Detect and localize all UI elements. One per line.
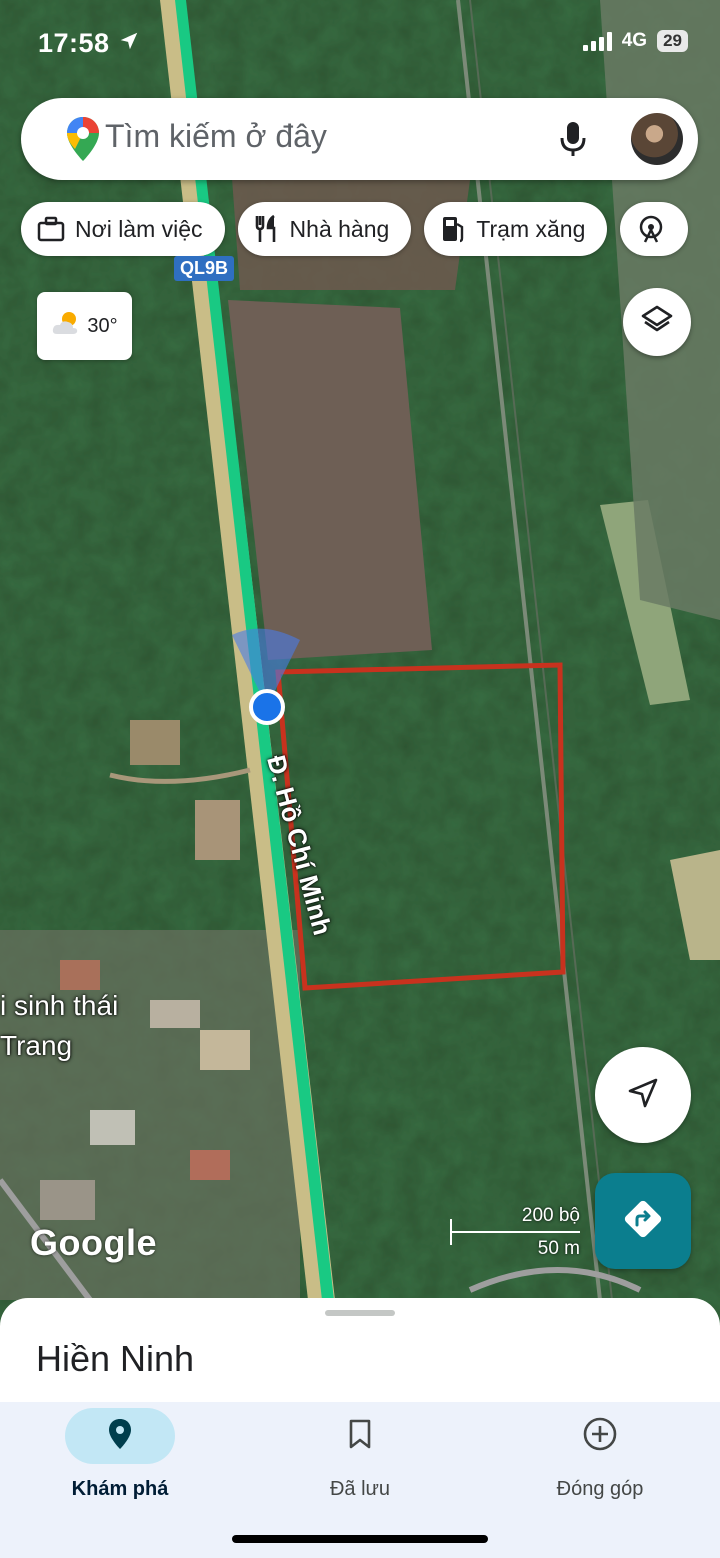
directions-icon bbox=[621, 1197, 665, 1246]
map-scale: 200 bộ 50 m bbox=[450, 1205, 580, 1265]
place-label-line1: i sinh thái bbox=[0, 990, 119, 1021]
location-dot bbox=[249, 689, 285, 725]
account-avatar[interactable] bbox=[631, 113, 683, 165]
bookmark-icon bbox=[347, 1418, 373, 1455]
chip-label: Nhà hàng bbox=[289, 215, 390, 242]
search-bar[interactable]: Tìm kiếm ở đây bbox=[21, 98, 698, 180]
chip-restaurants[interactable]: Nhà hàng bbox=[237, 202, 412, 256]
google-attribution: Google bbox=[30, 1222, 157, 1263]
chip-workplace[interactable]: Nơi làm việc bbox=[21, 202, 225, 256]
attraction-icon bbox=[636, 214, 666, 244]
chip-gas-stations[interactable]: Trạm xăng bbox=[424, 202, 608, 256]
google-maps-logo-icon bbox=[65, 115, 101, 168]
navigation-arrow-icon bbox=[626, 1076, 660, 1115]
search-input[interactable]: Tìm kiếm ở đây bbox=[105, 118, 327, 155]
scale-feet-label: 200 bộ bbox=[521, 1205, 580, 1226]
weather-widget[interactable]: 30° bbox=[37, 292, 132, 360]
sheet-drag-handle[interactable] bbox=[325, 1310, 395, 1316]
layers-button[interactable] bbox=[623, 288, 691, 356]
scale-meter-label: 50 m bbox=[537, 1238, 580, 1259]
status-time: 17:58 bbox=[38, 28, 110, 58]
location-arrow-icon bbox=[118, 30, 140, 57]
nav-contribute[interactable]: Đóng góp bbox=[480, 1408, 720, 1528]
weather-temp: 30° bbox=[87, 314, 118, 337]
directions-button[interactable] bbox=[595, 1173, 691, 1269]
road-shield: QL9B bbox=[174, 256, 235, 281]
place-label-line2: Trang bbox=[0, 1030, 73, 1061]
battery-icon: 29 bbox=[657, 30, 688, 52]
sheet-title: Hiền Ninh bbox=[36, 1338, 195, 1379]
nav-label: Khám phá bbox=[71, 1478, 169, 1500]
briefcase-icon bbox=[37, 216, 65, 242]
add-circle-icon bbox=[582, 1416, 618, 1457]
gas-station-icon bbox=[440, 214, 466, 244]
explore-pin-icon bbox=[107, 1417, 133, 1456]
partly-cloudy-icon bbox=[51, 310, 81, 342]
layers-icon bbox=[640, 303, 674, 342]
nav-label: Đóng góp bbox=[556, 1478, 644, 1500]
network-type: 4G bbox=[621, 30, 648, 51]
chip-attractions[interactable] bbox=[620, 202, 689, 256]
nav-label: Đã lưu bbox=[329, 1478, 391, 1500]
chip-label: Nơi làm việc bbox=[75, 215, 203, 242]
category-chips: Nơi làm việc Nhà hàng Trạm xăng bbox=[21, 202, 689, 256]
microphone-icon[interactable] bbox=[559, 120, 587, 163]
signal-icon bbox=[582, 31, 612, 51]
status-bar: 17:58 4G 29 bbox=[0, 0, 720, 88]
chip-label: Trạm xăng bbox=[476, 215, 586, 242]
restaurant-icon bbox=[254, 214, 280, 244]
home-indicator[interactable] bbox=[232, 1535, 488, 1543]
nav-explore[interactable]: Khám phá bbox=[0, 1408, 240, 1528]
my-location-button[interactable] bbox=[595, 1047, 691, 1143]
nav-saved[interactable]: Đã lưu bbox=[240, 1408, 480, 1528]
